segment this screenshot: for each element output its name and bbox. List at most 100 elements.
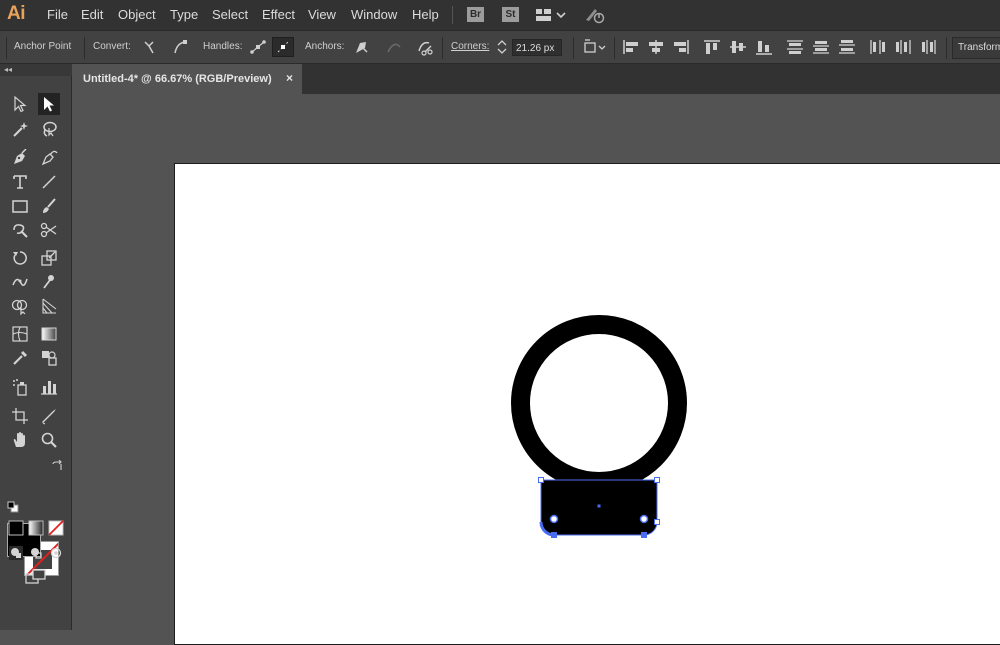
anchor-point-top-left[interactable] xyxy=(538,477,544,483)
rotate-tool-icon[interactable] xyxy=(9,247,31,269)
magic-wand-tool-icon[interactable] xyxy=(9,118,31,140)
hide-handles-icon[interactable] xyxy=(272,37,294,57)
distribute-left-icon[interactable] xyxy=(867,37,889,57)
draw-inside-icon[interactable] xyxy=(48,545,64,561)
distribute-right-icon[interactable] xyxy=(919,37,941,57)
cut-path-icon[interactable] xyxy=(414,37,436,57)
gradient-tool-icon[interactable] xyxy=(38,323,60,345)
zoom-tool-icon[interactable] xyxy=(38,429,60,451)
tools-panel-collapse-icon[interactable]: ◂◂ xyxy=(0,64,72,76)
live-corner-widget-right[interactable] xyxy=(639,514,649,524)
draw-normal-icon[interactable] xyxy=(8,545,24,561)
align-horizontal-center-icon[interactable] xyxy=(645,37,667,57)
menu-edit[interactable]: Edit xyxy=(81,7,103,22)
default-fill-stroke-icon[interactable] xyxy=(7,501,19,513)
anchor-point-label: Anchor Point xyxy=(14,41,72,52)
menu-file[interactable]: File xyxy=(47,7,68,22)
gradient-mode-icon[interactable] xyxy=(28,520,44,536)
align-right-icon[interactable] xyxy=(670,37,692,57)
distribute-horizontal-center-icon[interactable] xyxy=(893,37,915,57)
distribute-top-icon[interactable] xyxy=(784,37,806,57)
none-mode-icon[interactable] xyxy=(48,520,64,536)
corners-radius-input[interactable]: 21.26 px xyxy=(512,39,562,56)
app-logo: Ai xyxy=(7,3,26,24)
gpu-performance-icon[interactable] xyxy=(583,5,607,25)
distribute-bottom-icon[interactable] xyxy=(836,37,858,57)
transform-button[interactable]: Transform xyxy=(952,37,1000,59)
control-bar-divider xyxy=(84,37,85,59)
symbol-sprayer-tool-icon[interactable] xyxy=(9,376,31,398)
live-corner-widget-left[interactable] xyxy=(549,514,559,524)
remove-anchor-icon[interactable] xyxy=(350,37,372,57)
artboard[interactable] xyxy=(174,163,1000,645)
canvas-area[interactable] xyxy=(72,94,1000,645)
center-point xyxy=(597,504,601,508)
width-tool-icon[interactable] xyxy=(9,271,31,293)
convert-to-smooth-icon[interactable] xyxy=(169,37,191,57)
screen-mode-icon[interactable] xyxy=(24,568,48,586)
menu-effect[interactable]: Effect xyxy=(262,7,295,22)
align-left-icon[interactable] xyxy=(620,37,642,57)
perspective-grid-tool-icon[interactable] xyxy=(38,295,60,317)
control-bar-divider xyxy=(614,37,615,59)
draw-behind-icon[interactable] xyxy=(28,545,44,561)
artwork[interactable] xyxy=(175,164,1000,634)
selection-tool-icon[interactable] xyxy=(9,93,31,115)
isolate-object-icon[interactable] xyxy=(582,37,610,57)
align-top-icon[interactable] xyxy=(701,37,723,57)
anchor-point-bottom-left[interactable] xyxy=(551,532,557,538)
workspace-layout-icon[interactable] xyxy=(535,5,569,25)
document-tab-title: Untitled-4* @ 66.67% (RGB/Preview) xyxy=(83,73,272,85)
document-tab[interactable]: Untitled-4* @ 66.67% (RGB/Preview) × xyxy=(72,64,302,94)
eyedropper-tool-icon[interactable] xyxy=(9,347,31,369)
line-segment-tool-icon[interactable] xyxy=(38,171,60,193)
direct-selection-tool-icon[interactable] xyxy=(38,93,60,115)
convert-label: Convert: xyxy=(93,41,131,52)
menu-help[interactable]: Help xyxy=(412,7,439,22)
puppet-warp-tool-icon[interactable] xyxy=(38,271,60,293)
swap-fill-stroke-icon[interactable] xyxy=(51,460,63,472)
shape-builder-tool-icon[interactable] xyxy=(9,295,31,317)
corners-stepper[interactable] xyxy=(494,37,510,57)
control-bar: Anchor Point Convert: Handles: Anchors: … xyxy=(0,30,1000,64)
scissors-tool-icon[interactable] xyxy=(38,219,60,241)
shaper-tool-icon[interactable] xyxy=(9,219,31,241)
menu-type[interactable]: Type xyxy=(170,7,198,22)
anchor-point-top-right[interactable] xyxy=(654,477,660,483)
lasso-tool-icon[interactable] xyxy=(38,118,60,140)
menu-select[interactable]: Select xyxy=(212,7,248,22)
menu-view[interactable]: View xyxy=(308,7,336,22)
blend-tool-icon[interactable] xyxy=(38,347,60,369)
show-handles-icon[interactable] xyxy=(247,37,269,57)
rectangle-tool-icon[interactable] xyxy=(9,195,31,217)
menu-window[interactable]: Window xyxy=(351,7,397,22)
control-bar-divider xyxy=(442,37,443,59)
curvature-tool-icon[interactable] xyxy=(38,147,60,169)
align-vertical-center-icon[interactable] xyxy=(727,37,749,57)
mesh-tool-icon[interactable] xyxy=(9,323,31,345)
slice-tool-icon[interactable] xyxy=(38,405,60,427)
anchor-point-right[interactable] xyxy=(654,519,660,525)
stock-button[interactable]: St xyxy=(502,7,519,22)
distribute-vertical-center-icon[interactable] xyxy=(810,37,832,57)
convert-to-corner-icon[interactable] xyxy=(138,37,160,57)
color-mode-icon[interactable] xyxy=(8,520,24,536)
artboard-tool-icon[interactable] xyxy=(9,405,31,427)
menu-divider xyxy=(452,6,453,24)
anchors-label: Anchors: xyxy=(305,41,345,52)
align-bottom-icon[interactable] xyxy=(753,37,775,57)
close-tab-icon[interactable]: × xyxy=(286,71,293,85)
type-tool-icon[interactable] xyxy=(9,171,31,193)
paintbrush-tool-icon[interactable] xyxy=(38,195,60,217)
menu-object[interactable]: Object xyxy=(118,7,156,22)
ring-shape[interactable] xyxy=(511,315,687,491)
hand-tool-icon[interactable] xyxy=(9,429,31,451)
pen-tool-icon[interactable] xyxy=(9,147,31,169)
bridge-button[interactable]: Br xyxy=(467,7,484,22)
corners-label[interactable]: Corners: xyxy=(451,41,489,52)
column-graph-tool-icon[interactable] xyxy=(38,376,60,398)
tools-panel: ◂◂ xyxy=(0,64,72,630)
anchor-point-bottom-right[interactable] xyxy=(641,532,647,538)
scale-tool-icon[interactable] xyxy=(38,247,60,269)
handles-label: Handles: xyxy=(203,41,243,52)
